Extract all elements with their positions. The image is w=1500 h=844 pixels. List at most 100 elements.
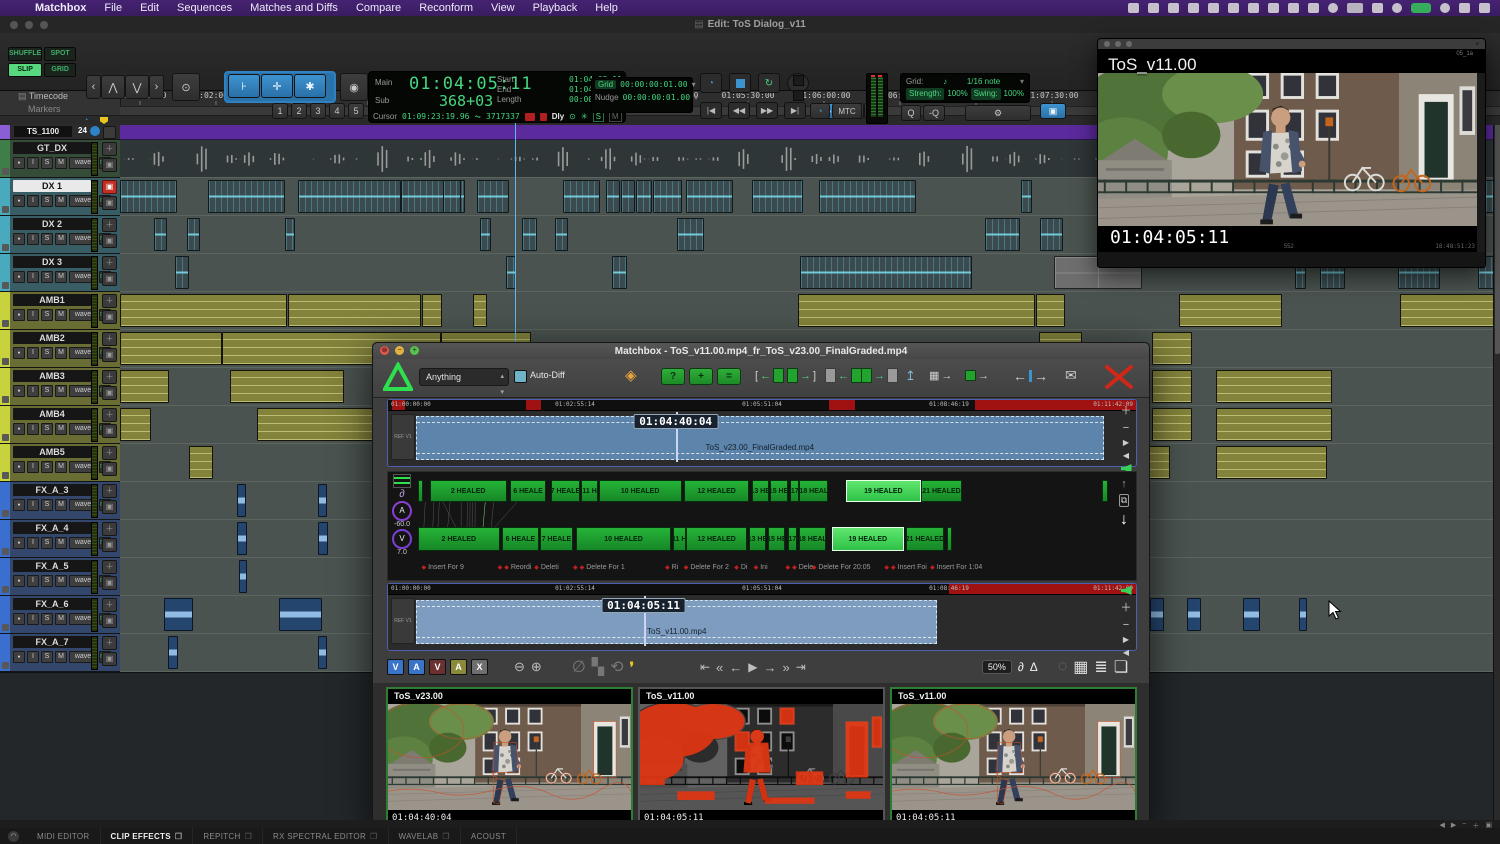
clip[interactable] — [208, 180, 286, 213]
clip[interactable] — [606, 180, 620, 213]
record-enable-button[interactable]: ● — [13, 309, 25, 321]
insert-button[interactable]: ＋ — [102, 522, 117, 536]
clip[interactable] — [120, 408, 151, 441]
matchbox-ruler-bottom[interactable]: 01:00:00:0001:02:55:1401:05:51:0401:08:4… — [388, 584, 1136, 595]
strength-value[interactable]: 100% — [947, 88, 967, 100]
sends-button[interactable]: ▣ — [102, 158, 117, 172]
zoom-preset-4[interactable]: 4 — [329, 103, 345, 119]
healed-clip-12[interactable]: 12 HEALED — [684, 480, 750, 502]
video-minimize-button[interactable] — [1115, 41, 1121, 47]
healed-sliver[interactable] — [947, 527, 953, 551]
delay-indicator[interactable]: Dly — [552, 112, 564, 121]
thumbnail-2[interactable]: ToS_v11.0001:04:05:11 — [638, 687, 885, 827]
sends-button[interactable]: ▣ — [102, 500, 117, 514]
next-fast-button[interactable]: » — [783, 660, 790, 675]
s-button[interactable]: S — [41, 575, 53, 587]
track-name[interactable]: GT_DX — [13, 142, 91, 154]
freeze-icon[interactable] — [2, 434, 9, 441]
track-header-GT_DX[interactable]: GT_DX▾●ISMwaveread＋▣ — [0, 140, 120, 178]
nudge-right-button[interactable]: → — [861, 368, 898, 383]
track-header-DX 1[interactable]: DX 1▾●ISMwaveread▣▣ — [0, 178, 120, 216]
clip[interactable] — [279, 598, 322, 631]
diff-marker[interactable]: ◆Delete For 2 — [684, 564, 729, 571]
track-name[interactable]: FX_A_7 — [13, 636, 91, 648]
clip[interactable] — [239, 560, 246, 593]
diff-marker[interactable]: ◆◆Reordi — [498, 564, 532, 571]
healed-clip-7[interactable]: 7 HEALE — [551, 480, 580, 502]
clip[interactable] — [1152, 408, 1191, 441]
video-gain-knob[interactable]: V — [392, 529, 412, 549]
creative-icon[interactable] — [1288, 3, 1299, 13]
sends-button[interactable]: ▣ — [102, 386, 117, 400]
grid-label[interactable]: Grid — [595, 80, 616, 89]
split-view-icon[interactable] — [1148, 3, 1159, 13]
video-window-titlebar[interactable]: ▾ — [1098, 39, 1485, 49]
terminal-icon[interactable] — [1308, 3, 1319, 13]
track-name[interactable]: AMB5 — [13, 446, 91, 458]
record-enable-button[interactable]: ● — [13, 347, 25, 359]
clip[interactable] — [175, 256, 189, 289]
heal-brush-icon[interactable]: ❜ — [629, 659, 634, 676]
healed-clip-2[interactable]: 2 HEALED — [430, 480, 507, 502]
clip[interactable] — [1021, 180, 1033, 213]
clip[interactable] — [237, 484, 246, 517]
freeze-icon[interactable] — [2, 472, 9, 479]
reference-clip[interactable]: ToS_v23.00_FinalGraded.mp4 — [416, 416, 1104, 460]
clip[interactable] — [443, 180, 461, 213]
match-list-icon[interactable] — [393, 474, 411, 488]
clip[interactable] — [1152, 370, 1191, 403]
cloud-icon[interactable] — [1268, 3, 1279, 13]
notification-icon[interactable] — [1440, 3, 1450, 13]
healed-clip-11[interactable]: 11 H — [581, 480, 598, 502]
edit-mode-slip[interactable]: SLIP — [8, 63, 42, 77]
nudge-label[interactable]: Nudge — [595, 93, 619, 102]
clip[interactable] — [752, 180, 803, 213]
clip[interactable] — [422, 294, 442, 327]
menu-help[interactable]: Help — [586, 2, 627, 14]
healed-clip-15[interactable]: 15 HE — [770, 480, 788, 502]
m-button[interactable]: M — [55, 575, 67, 587]
screen-record-icon[interactable] — [1411, 3, 1431, 13]
zoom-window-button[interactable] — [40, 21, 48, 29]
record-enable-button[interactable]: ● — [13, 575, 25, 587]
zoom-in-tool-icon[interactable]: ⊕ — [531, 659, 542, 675]
timecode-ruler-label[interactable]: Timecode — [29, 91, 68, 101]
online-button[interactable]: ◔ — [700, 73, 722, 93]
diff-marker[interactable]: ◆Di — [734, 564, 747, 571]
video-close-button[interactable] — [1104, 41, 1110, 47]
freeze-icon[interactable] — [2, 586, 9, 593]
menu-compare[interactable]: Compare — [347, 2, 410, 14]
clip[interactable] — [563, 180, 599, 213]
s-button[interactable]: S — [41, 157, 53, 169]
freeze-icon[interactable] — [2, 244, 9, 251]
prism-icon[interactable] — [1128, 3, 1139, 13]
countoff-icon[interactable]: ⊙ — [569, 112, 576, 121]
reference-timeline-bottom[interactable]: 01:00:00:0001:02:55:1401:05:51:0401:08:4… — [387, 583, 1137, 651]
sidebar-icon[interactable] — [1188, 3, 1199, 13]
help-match-button[interactable]: ? — [661, 368, 685, 385]
play-button[interactable]: ▶ — [748, 660, 757, 674]
track-header-FX_A_3[interactable]: FX_A_3▾●ISMwaveread＋▣ — [0, 482, 120, 520]
null-icon[interactable]: ∅ — [572, 657, 586, 677]
span-arrows-icon[interactable]: ←→ — [1013, 368, 1048, 383]
crossed-tools-icon[interactable] — [1103, 363, 1135, 391]
layer-button-v[interactable]: V — [429, 659, 446, 675]
clip[interactable] — [120, 294, 287, 327]
flag-icon[interactable] — [540, 113, 547, 121]
healed-clip-21[interactable]: 21 HEALED — [921, 480, 962, 502]
zoom-right-button[interactable]: › — [149, 75, 164, 99]
healed-clip-13[interactable]: 13 HE — [749, 527, 766, 551]
track-name[interactable]: DX 1 — [13, 180, 91, 192]
s-button[interactable]: S — [41, 537, 53, 549]
track-header-AMB4[interactable]: AMB4▾●ISMwaveread＋▣ — [0, 406, 120, 444]
clip[interactable] — [298, 180, 400, 213]
clip[interactable] — [189, 446, 213, 479]
loop-icon[interactable]: ⟲ — [610, 657, 623, 677]
prev-fast-button[interactable]: « — [716, 660, 723, 675]
i-button[interactable]: I — [27, 423, 39, 435]
m-button[interactable]: M — [55, 233, 67, 245]
clock-filter-icon[interactable]: ◔ — [84, 117, 88, 124]
insert-button[interactable]: ＋ — [102, 294, 117, 308]
m-button[interactable]: M — [55, 651, 67, 663]
match-filter-select[interactable]: Anything▴▾ — [419, 368, 509, 386]
